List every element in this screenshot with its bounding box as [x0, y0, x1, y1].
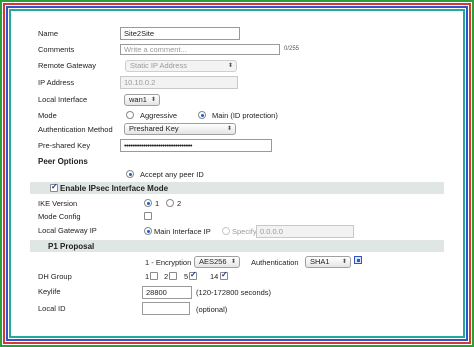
dh-group-5-label: 5 [184, 272, 189, 281]
mode-main-label: Main (ID protection) [212, 111, 278, 120]
remote-gateway-select[interactable]: Static IP Address ⬍ [125, 60, 237, 72]
encryption-value: AES256 [199, 257, 227, 266]
ipsec-interface-checkbox[interactable] [50, 182, 58, 192]
dh-group-14-label: 14 [210, 272, 219, 281]
name-label: Name [38, 29, 59, 38]
dh-group-2-label: 2 [164, 272, 169, 281]
chevron-updown-icon: ⬍ [227, 63, 233, 69]
authentication-value: SHA1 [310, 257, 330, 266]
dh-group-label: DH Group [38, 272, 72, 281]
chevron-updown-icon: ⬍ [150, 97, 156, 103]
authentication-select[interactable]: SHA1 ⬍ [305, 256, 351, 268]
mode-main-radio[interactable] [198, 111, 206, 119]
mode-aggressive-label: Aggressive [140, 111, 178, 120]
dh-group-14-checkbox[interactable] [220, 270, 228, 280]
dh-group-1-label: 1 [145, 272, 150, 281]
keylife-hint: (120-172800 seconds) [196, 288, 272, 297]
local-id-input[interactable] [142, 302, 190, 315]
encryption-label: 1 - Encryption [145, 258, 192, 267]
ike-version-2-radio[interactable] [166, 199, 174, 207]
comments-label: Comments [38, 45, 75, 54]
ip-address-input[interactable]: 10.10.0.2 [120, 76, 238, 89]
psk-input[interactable]: •••••••••••••••••••••••••••••••• [120, 139, 272, 152]
dh-group-1-checkbox[interactable] [150, 272, 158, 280]
ike-version-1-radio[interactable] [144, 199, 152, 207]
chevron-updown-icon: ⬍ [341, 259, 347, 265]
ipsec-section-title: Enable IPsec Interface Mode [60, 184, 169, 193]
local-interface-select[interactable]: wan1 ⬍ [124, 94, 160, 106]
ike-version-1-label: 1 [155, 199, 160, 208]
keylife-label: Keylife [38, 287, 61, 296]
encryption-select[interactable]: AES256 ⬍ [194, 256, 240, 268]
local-interface-value: wan1 [129, 95, 147, 104]
auth-method-select[interactable]: Preshared Key ⬍ [124, 123, 236, 135]
ike-version-label: IKE Version [38, 199, 78, 208]
local-id-label: Local ID [38, 304, 66, 313]
local-gateway-specify-label: Specify [232, 227, 257, 236]
chevron-updown-icon: ⬍ [226, 126, 232, 132]
peer-options-heading: Peer Options [38, 157, 88, 166]
ip-address-label: IP Address [38, 78, 75, 87]
mode-config-checkbox[interactable] [144, 212, 152, 220]
local-gateway-main-radio[interactable] [144, 227, 152, 235]
local-gateway-label: Local Gateway IP [38, 226, 97, 235]
local-gateway-specify-input[interactable]: 0.0.0.0 [256, 225, 354, 238]
local-id-hint: (optional) [196, 305, 228, 314]
mode-aggressive-radio[interactable] [126, 111, 134, 119]
auth-method-value: Preshared Key [129, 124, 179, 133]
keylife-input[interactable]: 28800 [142, 286, 192, 299]
chevron-updown-icon: ⬍ [230, 259, 236, 265]
comments-input[interactable]: Write a comment... [120, 44, 280, 55]
authentication-label: Authentication [251, 258, 299, 267]
p1-proposal-title: P1 Proposal [48, 242, 95, 251]
comments-counter: 0/255 [284, 46, 300, 52]
mode-config-label: Mode Config [38, 212, 81, 221]
remote-gateway-label: Remote Gateway [38, 61, 96, 70]
dh-group-2-checkbox[interactable] [169, 272, 177, 280]
remote-gateway-value: Static IP Address [130, 61, 187, 70]
accept-any-peer-radio[interactable] [126, 170, 134, 178]
ike-version-2-label: 2 [177, 199, 182, 208]
auth-method-label: Authentication Method [38, 125, 113, 134]
mode-label: Mode [38, 111, 57, 120]
local-gateway-specify-radio[interactable] [222, 227, 230, 235]
local-interface-label: Local Interface [38, 95, 88, 104]
name-input[interactable]: Site2Site [120, 27, 240, 40]
accept-any-peer-label: Accept any peer ID [140, 170, 204, 179]
psk-label: Pre-shared Key [38, 141, 91, 150]
local-gateway-main-label: Main Interface IP [154, 227, 211, 236]
dh-group-5-checkbox[interactable] [189, 270, 197, 280]
add-proposal-icon[interactable] [354, 256, 362, 264]
